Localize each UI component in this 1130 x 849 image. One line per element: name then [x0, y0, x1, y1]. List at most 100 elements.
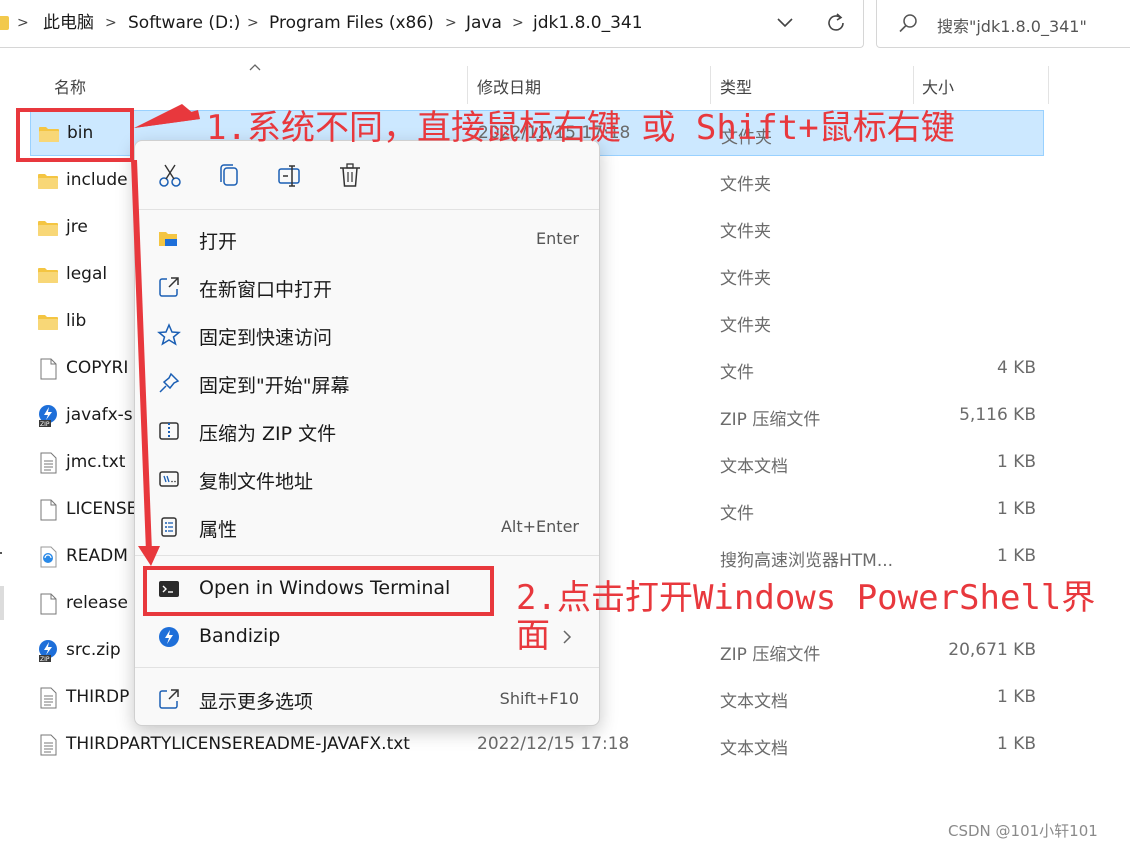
breadcrumb-this-pc[interactable]: 此电脑 [43, 12, 94, 34]
annotation-step2-continued: 面 [516, 616, 550, 656]
address-bar[interactable]: > 此电脑 > Software (D:) > Program Files (x… [0, 0, 864, 48]
address-toolbar: > 此电脑 > Software (D:) > Program Files (x… [0, 0, 1130, 62]
file-size: 5,116 KB [959, 405, 1036, 425]
menu-item-label: 压缩为 ZIP 文件 [199, 423, 337, 445]
file-name: legal [66, 264, 108, 284]
file-size: 1 KB [996, 452, 1036, 472]
chevron-right-icon [563, 630, 572, 644]
file-name: lib [66, 311, 87, 331]
breadcrumb-separator-icon: > [512, 15, 524, 31]
column-header-name[interactable]: 名称 [54, 74, 86, 98]
menu-item-copy-as-path[interactable]: 复制文件地址 [143, 457, 593, 501]
folder-icon [38, 221, 58, 236]
column-divider[interactable] [913, 66, 914, 104]
menu-item-label: 固定到快速访问 [199, 327, 333, 349]
menu-separator [135, 667, 599, 668]
copy-path-icon [159, 471, 179, 487]
search-placeholder: 搜索"jdk1.8.0_341" [937, 17, 1087, 36]
star-icon [157, 323, 181, 346]
menu-item-shortcut: Alt+Enter [500, 517, 579, 536]
rename-icon[interactable] [275, 161, 305, 191]
breadcrumb-software-drive[interactable]: Software (D:) [128, 12, 240, 34]
file-name: jre [66, 217, 88, 237]
menu-item-pin-to-quick-access[interactable]: 固定到快速访问 [143, 313, 593, 357]
copy-icon[interactable] [215, 161, 245, 191]
column-header-date[interactable]: 修改日期 [477, 74, 541, 98]
file-name: THIRDP [66, 687, 130, 707]
file-size: 1 KB [996, 734, 1036, 754]
text-file-icon [40, 734, 57, 756]
file-icon [40, 593, 57, 615]
annotation-step2: 2.点击打开Windows PowerShell界 [516, 578, 1096, 618]
file-icon [40, 358, 57, 380]
cut-icon[interactable] [155, 161, 185, 191]
file-name: javafx-s [66, 405, 133, 425]
file-name: release [66, 593, 128, 613]
breadcrumb-separator-icon: > [105, 15, 117, 31]
file-name: include [66, 170, 128, 190]
folder-icon [38, 315, 58, 330]
menu-item-label: 在新窗口中打开 [199, 279, 333, 301]
column-divider[interactable] [710, 66, 711, 104]
menu-item-label: Bandizip [199, 625, 281, 647]
folder-icon [0, 16, 9, 30]
file-icon [40, 499, 57, 521]
menu-separator [135, 209, 599, 210]
zip-icon: ZIP [39, 640, 57, 663]
file-name: LICENSE [66, 499, 138, 519]
file-size: 1 KB [996, 499, 1036, 519]
file-type: 搜狗高速浏览器HTM... [720, 551, 894, 571]
svg-text:ZIP: ZIP [40, 656, 50, 663]
column-header-type[interactable]: 类型 [720, 74, 752, 98]
menu-item-open-in-new-window[interactable]: 在新窗口中打开 [143, 265, 593, 309]
menu-item-properties[interactable]: 属性 Alt+Enter [143, 505, 593, 549]
annotation-highlight-terminal [143, 566, 494, 616]
file-type: 文件 [720, 363, 754, 383]
pin-icon [159, 372, 180, 393]
text-file-icon [40, 452, 57, 474]
annotation-highlight-bin [16, 108, 134, 162]
refresh-icon[interactable] [823, 10, 849, 36]
menu-item-label: 显示更多选项 [199, 691, 314, 713]
file-type: 文本文档 [720, 457, 788, 477]
folder-icon [38, 268, 58, 283]
file-size: 1 KB [996, 687, 1036, 707]
menu-item-show-more-options[interactable]: 显示更多选项 Shift+F10 [143, 677, 593, 721]
breadcrumb-jdk[interactable]: jdk1.8.0_341 [533, 12, 643, 34]
file-row[interactable]: THIRDPARTYLICENSEREADME-JAVAFX.txt 2022/1… [30, 722, 1044, 768]
open-folder-icon [159, 232, 177, 246]
menu-item-shortcut: Shift+F10 [499, 689, 579, 708]
breadcrumb-java[interactable]: Java [466, 12, 502, 34]
menu-item-label: 复制文件地址 [199, 471, 314, 493]
menu-item-label: 打开 [199, 231, 238, 253]
breadcrumb-program-files[interactable]: Program Files (x86) [269, 12, 434, 34]
menu-separator [135, 555, 599, 556]
column-divider[interactable] [467, 66, 468, 104]
file-name: jmc.txt [66, 452, 126, 472]
file-size: 4 KB [996, 358, 1036, 378]
search-input[interactable]: 搜索"jdk1.8.0_341" [876, 0, 1130, 48]
menu-item-pin-to-start[interactable]: 固定到"开始"屏幕 [143, 361, 593, 405]
file-name: COPYRI [66, 358, 129, 378]
file-type: 文件夹 [720, 222, 771, 242]
column-header-size[interactable]: 大小 [922, 74, 954, 98]
text-file-icon [40, 687, 57, 709]
breadcrumb-separator-icon: > [247, 15, 259, 31]
file-size: 20,671 KB [948, 640, 1036, 660]
menu-item-label: 固定到"开始"屏幕 [199, 375, 350, 397]
menu-item-compress-to-zip[interactable]: 压缩为 ZIP 文件 [143, 409, 593, 453]
folder-icon [38, 174, 58, 189]
zip-compress-icon [159, 422, 179, 440]
file-type: ZIP 压缩文件 [720, 645, 821, 665]
file-name: READM [66, 546, 128, 566]
menu-item-open[interactable]: 打开 Enter [143, 217, 593, 261]
chevron-down-icon[interactable] [773, 10, 797, 34]
html-file-icon [40, 546, 57, 568]
file-type: 文件夹 [720, 316, 771, 336]
annotation-step1: 1.系统不同，直接鼠标右键 或 Shift+鼠标右键 [206, 108, 955, 148]
file-name: src.zip [66, 640, 121, 660]
column-divider[interactable] [1048, 66, 1049, 104]
delete-icon[interactable] [335, 161, 365, 191]
file-name: THIRDPARTYLICENSEREADME-JAVAFX.txt [66, 734, 410, 754]
properties-icon [161, 517, 177, 537]
